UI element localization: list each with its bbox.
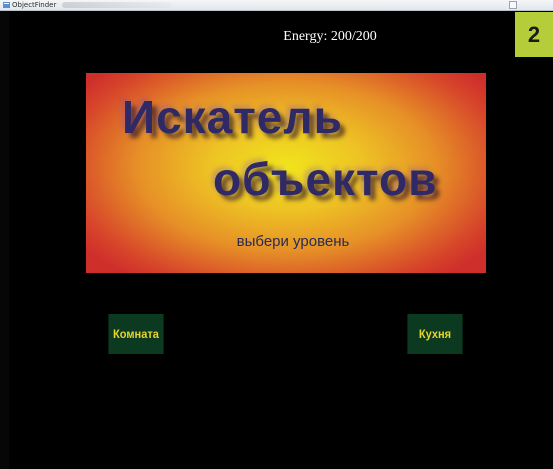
- app-window: ObjectFinder Energy: 200/200 2 Искатель …: [0, 0, 553, 469]
- restore-icon[interactable]: [509, 1, 517, 9]
- window-left-edge: [0, 11, 9, 469]
- banner-title-line-1: Искатель: [122, 91, 343, 143]
- level-button-kitchen[interactable]: Кухня: [407, 314, 463, 354]
- title-banner: Искатель объектов выбери уровень: [86, 73, 486, 273]
- level-button-room[interactable]: Комната: [108, 314, 164, 354]
- energy-counter: Energy: 200/200: [283, 29, 377, 44]
- window-title: ObjectFinder: [12, 1, 57, 9]
- banner-title-line-2: объектов: [213, 153, 438, 205]
- title-bar-blur: [62, 2, 172, 8]
- step-number-badge: 2: [515, 12, 553, 57]
- title-bar[interactable]: ObjectFinder: [0, 0, 553, 11]
- app-icon: [3, 2, 10, 8]
- banner-subtitle: выбери уровень: [236, 233, 350, 250]
